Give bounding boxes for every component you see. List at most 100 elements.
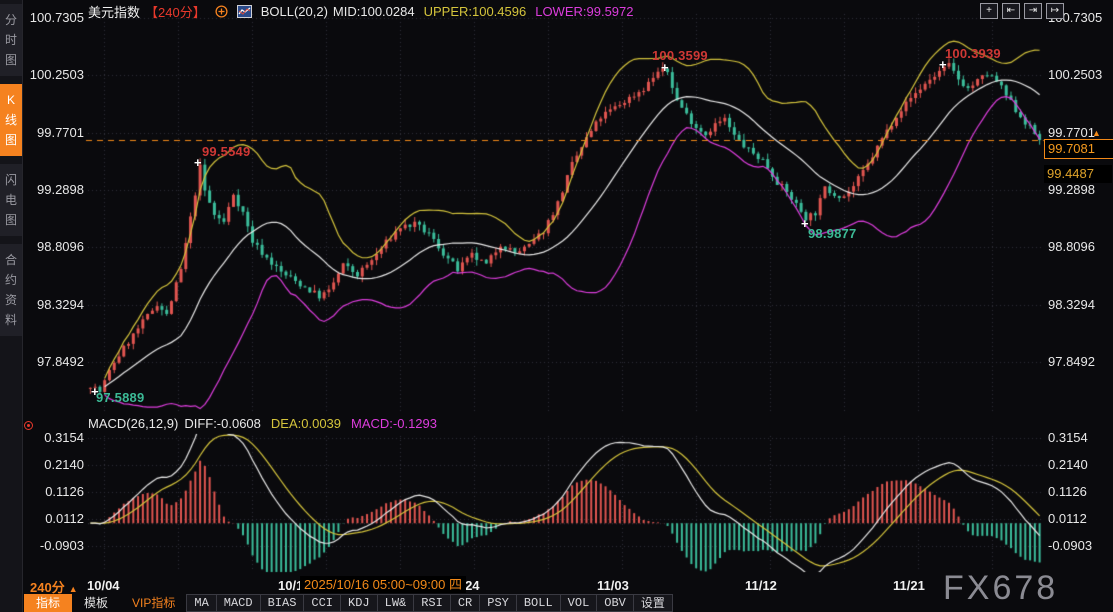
indicator-button-RSI[interactable]: RSI <box>413 594 451 612</box>
sidebar-tab-char: 图 <box>5 130 17 150</box>
price-pointer-icon: ▲ <box>1092 128 1101 138</box>
x-axis-date-label: 11/03 <box>597 578 629 593</box>
sidebar-tab-char: 料 <box>5 310 17 330</box>
chart-canvas[interactable] <box>0 0 1113 612</box>
sidebar-tab-char: 约 <box>5 270 17 290</box>
indicator-button-MA[interactable]: MA <box>186 594 216 612</box>
macd-axis-label-right: -0.0903 <box>1048 538 1092 553</box>
macd-axis-label-right: 0.3154 <box>1048 430 1088 445</box>
indicator-button-CCI[interactable]: CCI <box>303 594 341 612</box>
add-indicator-icon[interactable] <box>215 5 228 18</box>
y-axis-label-right: 99.2898 <box>1048 182 1095 197</box>
indicator-button-OBV[interactable]: OBV <box>596 594 634 612</box>
macd-axis-label-left: -0.0903 <box>26 538 84 553</box>
chart-thumbnail-icon[interactable] <box>237 5 252 18</box>
indicator-button-PSY[interactable]: PSY <box>479 594 517 612</box>
y-axis-label-right: 98.3294 <box>1048 297 1095 312</box>
price-annotation-marker: + <box>661 60 669 75</box>
y-axis-label-right: 100.2503 <box>1048 67 1102 82</box>
y-axis-label-left: 99.2898 <box>26 182 84 197</box>
sidebar-tab-char: 闪 <box>5 170 17 190</box>
price-annotation-marker: + <box>939 57 947 72</box>
chart-tools: +⇤⇥↦ <box>980 3 1064 19</box>
sidebar-tab-char: 线 <box>5 110 17 130</box>
price-annotation: 99.5549 <box>202 144 250 159</box>
period-badge[interactable]: 【240分】 <box>145 2 206 21</box>
x-axis-date-label: 10/04 <box>87 578 120 593</box>
sidebar-tab-char: 资 <box>5 290 17 310</box>
x-axis-date-label: 11/12 <box>745 578 777 593</box>
sidebar-tab-char: 合 <box>5 250 17 270</box>
toolbar-tab-VIP指标[interactable]: VIP指标 <box>120 594 187 612</box>
macd-macd-value: MACD:-0.1293 <box>351 416 437 431</box>
macd-axis-label-left: 0.0112 <box>26 511 84 526</box>
indicator-button-LW&[interactable]: LW& <box>377 594 415 612</box>
timeframe-text: 240分 <box>30 580 65 595</box>
indicator-button-KDJ[interactable]: KDJ <box>340 594 378 612</box>
sidebar-tab-char: 图 <box>5 210 17 230</box>
y-axis-label-right: 97.8492 <box>1048 354 1095 369</box>
boll-mid-value: MID:100.0284 <box>333 4 415 19</box>
expand-chart-icon[interactable]: ⇥ <box>1024 3 1042 19</box>
y-axis-label-right: 98.8096 <box>1048 239 1095 254</box>
price-annotation: 100.3939 <box>945 46 1001 61</box>
symbol-name: 美元指数 <box>88 2 140 21</box>
macd-header: MACD(26,12,9) DIFF:-0.0608 DEA:0.0039 MA… <box>88 416 437 431</box>
crosshair-tool-icon[interactable]: + <box>980 3 998 19</box>
sidebar-tab-flash-chart[interactable]: 闪电图 <box>0 164 22 236</box>
sidebar-tab-char: 分 <box>5 10 17 30</box>
sidebar-tab-char: 图 <box>5 50 17 70</box>
current-price-box: 99.7081 <box>1044 139 1113 159</box>
indicator-button-BOLL[interactable]: BOLL <box>516 594 561 612</box>
macd-dea-value: DEA:0.0039 <box>271 416 341 431</box>
reference-price-box: 99.4487 <box>1044 165 1112 183</box>
macd-axis-label-left: 0.3154 <box>26 430 84 445</box>
sidebar-tab-contract-info[interactable]: 合约资料 <box>0 244 22 336</box>
macd-name: MACD(26,12,9) <box>88 416 178 431</box>
bar-time-tooltip: 2025/10/16 05:00~09:00 四 <box>300 576 466 593</box>
boll-upper-value: UPPER:100.4596 <box>424 4 527 19</box>
settings-button[interactable]: 设置 <box>633 594 673 612</box>
sidebar-tab-kline-chart[interactable]: K线图 <box>0 84 22 156</box>
y-axis-label-left: 97.8492 <box>26 354 84 369</box>
price-annotation: 97.5889 <box>96 390 144 405</box>
pan-right-icon[interactable]: ↦ <box>1046 3 1064 19</box>
y-axis-label-left: 98.8096 <box>26 239 84 254</box>
chart-header: 美元指数 【240分】 BOLL(20,2) MID:100.0284 UPPE… <box>88 2 634 21</box>
indicator-button-BIAS[interactable]: BIAS <box>260 594 305 612</box>
trading-app-window: 分时图K线图闪电图合约资料 美元指数 【240分】 BOLL(20,2) MID… <box>0 0 1113 612</box>
indicator-button-CR[interactable]: CR <box>450 594 480 612</box>
y-axis-label-left: 100.2503 <box>26 67 84 82</box>
watermark: FX678 <box>943 569 1058 608</box>
x-axis-date-label: 11/21 <box>893 578 925 593</box>
y-axis-label-right: 99.7701 <box>1048 125 1095 140</box>
y-axis-label-left: 100.7305 <box>26 10 84 25</box>
sidebar-tab-char: 电 <box>5 190 17 210</box>
indicator-button-VOL[interactable]: VOL <box>560 594 598 612</box>
toolbar-tab-模板[interactable]: 模板 <box>72 594 120 612</box>
macd-axis-label-left: 0.1126 <box>26 484 84 499</box>
boll-lower-value: LOWER:99.5972 <box>535 4 633 19</box>
price-annotation-marker: + <box>194 155 202 170</box>
macd-axis-label-left: 0.2140 <box>26 457 84 472</box>
alert-dot-icon <box>24 421 33 430</box>
chart-type-sidebar: 分时图K线图闪电图合约资料 <box>0 0 23 612</box>
sidebar-tab-char: 时 <box>5 30 17 50</box>
sidebar-tab-char: K <box>7 90 15 110</box>
timeframe-arrow-icon: ▲ <box>69 584 78 594</box>
indicator-toolbar: 指标模板VIP指标MAMACDBIASCCIKDJLW&RSICRPSYBOLL… <box>24 594 673 612</box>
price-annotation: 98.9877 <box>808 226 856 241</box>
boll-label: BOLL(20,2) <box>261 4 328 19</box>
toolbar-tab-指标[interactable]: 指标 <box>24 594 72 612</box>
macd-axis-label-right: 0.2140 <box>1048 457 1088 472</box>
compress-chart-icon[interactable]: ⇤ <box>1002 3 1020 19</box>
macd-diff-value: DIFF:-0.0608 <box>184 416 261 431</box>
price-annotation-marker: + <box>91 384 99 399</box>
price-annotation-marker: + <box>801 216 809 231</box>
y-axis-label-left: 98.3294 <box>26 297 84 312</box>
y-axis-label-left: 99.7701 <box>26 125 84 140</box>
macd-axis-label-right: 0.1126 <box>1048 484 1087 499</box>
macd-axis-label-right: 0.0112 <box>1048 511 1087 526</box>
indicator-button-MACD[interactable]: MACD <box>216 594 261 612</box>
sidebar-tab-time-share-chart[interactable]: 分时图 <box>0 4 22 76</box>
